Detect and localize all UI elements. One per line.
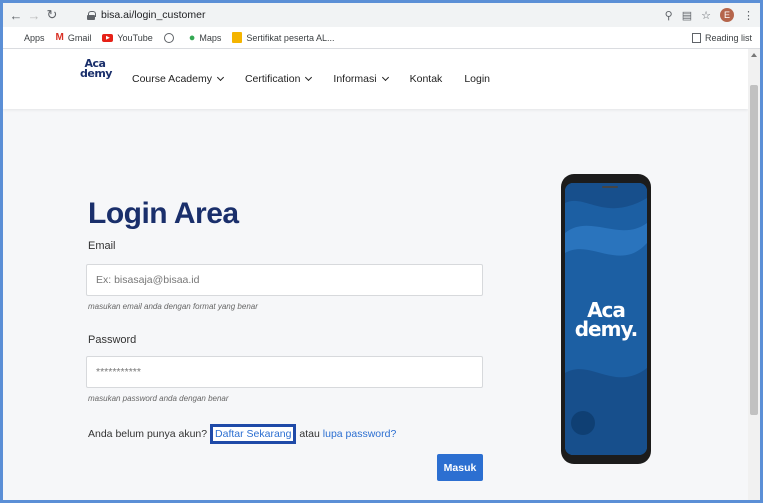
- reload-icon[interactable]: ↻: [43, 7, 61, 23]
- bookmark-gmail[interactable]: M Gmail: [56, 32, 92, 43]
- password-hint: masukan password anda dengan benar: [88, 394, 229, 403]
- apps-grid-icon: [10, 33, 20, 43]
- register-link[interactable]: Daftar Sekarang: [210, 424, 297, 444]
- bookmark-label: Sertifikat peserta AL...: [246, 32, 335, 43]
- academy-logo[interactable]: Aca demy: [80, 58, 112, 93]
- submit-button[interactable]: Masuk: [437, 454, 483, 481]
- star-icon[interactable]: ☆: [701, 9, 711, 22]
- gmail-icon: M: [55, 32, 64, 43]
- web-page: Aca demy Course Academy Certification In…: [3, 49, 748, 500]
- main-menu: Course Academy Certification Informasi K…: [132, 49, 512, 109]
- reading-list[interactable]: Reading list: [691, 27, 752, 49]
- logo-line-2: demy: [80, 67, 112, 80]
- bookmark-youtube[interactable]: ▶ YouTube: [102, 32, 153, 43]
- bookmark-label: Apps: [24, 32, 45, 43]
- menu-course-academy[interactable]: Course Academy: [132, 73, 225, 85]
- menu-label: Informasi: [333, 73, 377, 85]
- browser-toolbar: ← → ↻ bisa.ai/login_customer ⚲ ▤ ☆ E ⋮: [3, 3, 760, 27]
- page-title: Login Area: [88, 197, 239, 230]
- back-icon[interactable]: ←: [7, 8, 25, 23]
- address-bar[interactable]: bisa.ai/login_customer: [87, 6, 657, 24]
- bookmark-label: YouTube: [117, 32, 153, 43]
- password-label: Password: [88, 334, 137, 346]
- menu-certification[interactable]: Certification: [244, 73, 313, 85]
- register-line: Anda belum punya akun? Daftar Sekarang a…: [88, 424, 396, 444]
- phone-screen: Aca demy.: [565, 183, 647, 455]
- scrollbar-thumb[interactable]: [750, 85, 758, 415]
- email-label: Email: [88, 240, 116, 252]
- bookmarks-bar: Apps M Gmail ▶ YouTube ● Maps Sertifikat…: [3, 27, 760, 49]
- bookmark-maps[interactable]: ● Maps: [189, 32, 222, 44]
- menu-label: Course Academy: [132, 73, 212, 85]
- kebab-menu-icon[interactable]: ⋮: [743, 9, 754, 22]
- menu-login[interactable]: Login: [464, 73, 490, 85]
- chevron-down-icon: [381, 73, 389, 82]
- menu-informasi[interactable]: Informasi: [333, 73, 389, 85]
- key-icon[interactable]: ⚲: [665, 9, 673, 22]
- chevron-down-icon: [216, 73, 225, 82]
- globe-icon: [163, 32, 174, 43]
- lock-icon: [87, 10, 96, 20]
- phone-logo-line-2: demy.: [574, 317, 639, 341]
- menu-label: Certification: [244, 73, 301, 85]
- slides-icon: [232, 32, 243, 43]
- chevron-down-icon: [305, 73, 313, 82]
- password-field[interactable]: ***********: [86, 356, 483, 388]
- phone-illustration: Aca demy.: [561, 174, 651, 464]
- browser-actions: ⚲ ▤ ☆ E ⋮: [665, 6, 754, 24]
- phone-logo: Aca demy.: [565, 300, 647, 341]
- bookmark-apps[interactable]: Apps: [10, 33, 45, 43]
- register-prefix: Anda belum punya akun?: [88, 428, 208, 440]
- page-scrollbar[interactable]: [748, 49, 760, 500]
- reading-list-icon: [691, 33, 701, 43]
- bookmark-sertifikat[interactable]: Sertifikat peserta AL...: [232, 32, 334, 43]
- site-navbar: Aca demy Course Academy Certification In…: [3, 49, 748, 109]
- forgot-password-link[interactable]: lupa password?: [323, 428, 397, 440]
- phone-notch: [602, 186, 618, 188]
- forward-icon[interactable]: →: [25, 8, 43, 23]
- email-field[interactable]: Ex: bisasaja@bisaa.id: [86, 264, 483, 296]
- url-text: bisa.ai/login_customer: [101, 9, 206, 21]
- maps-pin-icon: ●: [188, 31, 196, 44]
- bookmark-globe[interactable]: [163, 32, 178, 43]
- email-hint: masukan email anda dengan format yang be…: [88, 302, 258, 311]
- translate-icon[interactable]: ▤: [682, 9, 692, 22]
- reading-list-label: Reading list: [704, 33, 752, 43]
- youtube-icon: ▶: [102, 33, 114, 42]
- register-middle: atau: [299, 428, 320, 440]
- bookmark-label: Gmail: [67, 32, 92, 43]
- menu-kontak[interactable]: Kontak: [410, 73, 443, 85]
- scroll-up-icon[interactable]: [751, 53, 757, 57]
- bookmark-label: Maps: [199, 32, 222, 43]
- profile-avatar[interactable]: E: [720, 8, 734, 22]
